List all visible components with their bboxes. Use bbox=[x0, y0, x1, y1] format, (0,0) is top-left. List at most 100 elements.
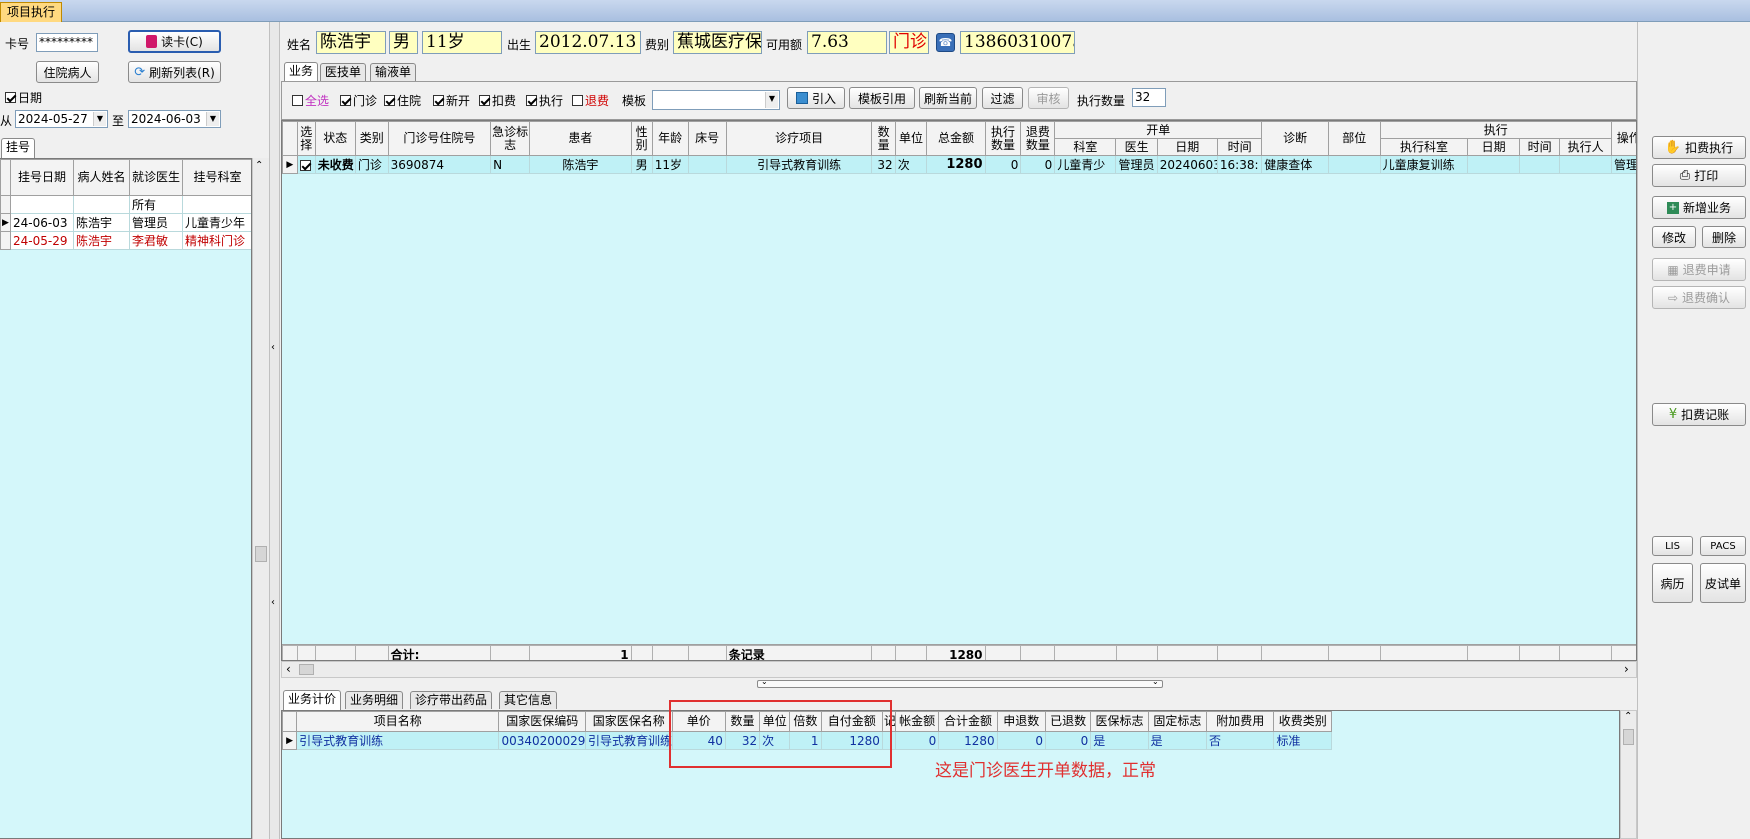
col-order-date[interactable]: 日期 bbox=[1156, 138, 1218, 156]
tab-registration[interactable]: 挂号 bbox=[1, 138, 36, 158]
chevron-down-icon[interactable]: ▼ bbox=[206, 112, 219, 126]
add-business-button[interactable]: + 新增业务 bbox=[1652, 196, 1746, 219]
refund-apply-button[interactable]: ▦ 退费申请 bbox=[1652, 258, 1746, 281]
filter-button[interactable]: 过滤 bbox=[982, 87, 1023, 109]
scroll-thumb[interactable] bbox=[299, 664, 314, 675]
col-exec-time[interactable]: 时间 bbox=[1519, 138, 1561, 156]
chevron-up-icon[interactable]: ⌃ bbox=[1624, 711, 1632, 722]
col-sum-amount[interactable]: 合计金额 bbox=[938, 711, 998, 732]
main-grid-hscrollbar[interactable]: ‹ › bbox=[281, 661, 1637, 678]
exec-quantity-input[interactable]: 32 bbox=[1132, 88, 1166, 107]
skin-test-button[interactable]: 皮试单 bbox=[1700, 563, 1746, 603]
chevron-down-icon[interactable]: ▼ bbox=[765, 92, 778, 108]
scroll-thumb[interactable] bbox=[1623, 729, 1634, 745]
tab-linked-drugs[interactable]: 诊疗带出药品 bbox=[410, 691, 493, 709]
col-diagnosis[interactable]: 诊断 bbox=[1261, 121, 1329, 156]
card-number-input[interactable]: ********* bbox=[36, 33, 98, 52]
deducted-checkbox[interactable]: 扣费 bbox=[479, 92, 516, 109]
col-charge-category[interactable]: 收费类别 bbox=[1273, 711, 1332, 732]
pacs-button[interactable]: PACS bbox=[1700, 536, 1746, 556]
col-extra-fee[interactable]: 附加费用 bbox=[1206, 711, 1275, 732]
chevron-up-icon[interactable]: ⌃ bbox=[255, 160, 263, 171]
tab-other-info[interactable]: 其它信息 bbox=[499, 691, 558, 709]
outpatient-checkbox[interactable]: 门诊 bbox=[340, 92, 377, 109]
col-patient-name[interactable]: 病人姓名 bbox=[73, 159, 130, 196]
col-select[interactable]: 选择 bbox=[296, 121, 316, 156]
executed-checkbox[interactable]: 执行 bbox=[526, 92, 563, 109]
col-sex[interactable]: 性别 bbox=[630, 121, 653, 156]
col-status[interactable]: 状态 bbox=[314, 121, 356, 156]
audit-button[interactable]: 审核 bbox=[1028, 87, 1069, 109]
col-item[interactable]: 诊疗项目 bbox=[725, 121, 873, 156]
phone-icon[interactable]: ☎ bbox=[936, 33, 955, 52]
chevron-down-icon[interactable]: ▼ bbox=[93, 112, 106, 126]
col-order-dept[interactable]: 科室 bbox=[1054, 138, 1117, 156]
col-account-amount[interactable]: 帐金额 bbox=[894, 711, 940, 732]
col-reg-date[interactable]: 挂号日期 bbox=[10, 159, 74, 196]
col-doctor[interactable]: 就诊医生 bbox=[129, 159, 183, 196]
col-executor[interactable]: 执行人 bbox=[1559, 138, 1612, 156]
lis-button[interactable]: LIS bbox=[1652, 536, 1693, 556]
refunded-checkbox[interactable]: 退费 bbox=[572, 92, 609, 109]
table-row[interactable]: 24-05-29 陈浩宇 李君敏 精神科门诊 bbox=[0, 231, 251, 250]
tab-business-pricing[interactable]: 业务计价 bbox=[283, 690, 342, 710]
col-exec-date[interactable]: 日期 bbox=[1467, 138, 1521, 156]
left-scrollbar[interactable]: ⌃ bbox=[252, 158, 269, 839]
table-row[interactable]: ▶ 24-06-03 陈浩宇 管理员 儿童青少年 bbox=[0, 213, 251, 232]
deduct-ledger-button[interactable]: ¥ 扣费记账 bbox=[1652, 403, 1746, 426]
scroll-thumb[interactable] bbox=[255, 546, 267, 562]
chevron-right-icon[interactable]: › bbox=[1624, 662, 1629, 676]
chevron-left-icon[interactable]: ‹ bbox=[271, 342, 275, 353]
col-order-time[interactable]: 时间 bbox=[1216, 138, 1263, 156]
col-insurance-code[interactable]: 国家医保编码 bbox=[498, 711, 586, 732]
select-all-checkbox[interactable]: 全选 bbox=[292, 92, 329, 109]
col-refund-qty[interactable]: 退费数量 bbox=[1020, 121, 1056, 156]
inpatient-checkbox[interactable]: 住院 bbox=[384, 92, 421, 109]
read-card-button[interactable]: 读卡(C) bbox=[128, 30, 221, 53]
chevron-left-icon[interactable]: ‹ bbox=[286, 662, 291, 676]
col-exec-dept[interactable]: 执行科室 bbox=[1379, 138, 1469, 156]
col-exec-qty[interactable]: 执行数量 bbox=[984, 121, 1022, 156]
col-insurance-flag[interactable]: 医保标志 bbox=[1090, 711, 1149, 732]
date-filter-checkbox[interactable]: 日期 bbox=[5, 89, 42, 106]
print-button[interactable]: ⎙ 打印 bbox=[1652, 164, 1746, 187]
panel-splitter[interactable]: ‹ ‹ bbox=[270, 22, 280, 839]
col-category[interactable]: 类别 bbox=[354, 121, 389, 156]
refund-confirm-button[interactable]: ⇨ 退费确认 bbox=[1652, 286, 1746, 309]
tab-medtech-order[interactable]: 医技单 bbox=[320, 63, 367, 81]
refresh-list-button[interactable]: ⟳ 刷新列表(R) bbox=[128, 61, 221, 83]
col-patient[interactable]: 患者 bbox=[529, 121, 632, 156]
template-reference-button[interactable]: 模板引用 bbox=[849, 87, 915, 109]
col-unit[interactable]: 单位 bbox=[894, 121, 928, 156]
col-reg-dept[interactable]: 挂号科室 bbox=[182, 159, 251, 196]
col-refund-requested[interactable]: 申退数 bbox=[996, 711, 1046, 732]
col-operator[interactable]: 操作员 bbox=[1610, 121, 1636, 156]
col-insurance-name[interactable]: 国家医保名称 bbox=[585, 711, 673, 732]
col-visit-no[interactable]: 门诊号住院号 bbox=[387, 121, 492, 156]
col-item-name[interactable]: 项目名称 bbox=[296, 711, 500, 732]
modify-button[interactable]: 修改 bbox=[1652, 226, 1696, 248]
delete-button[interactable]: 删除 bbox=[1702, 226, 1746, 248]
inpatient-button[interactable]: 住院病人 bbox=[36, 61, 99, 83]
template-select[interactable]: ▼ bbox=[652, 90, 780, 110]
deduct-execute-button[interactable]: ✋ 扣费执行 bbox=[1652, 136, 1746, 159]
row-select-checkbox[interactable] bbox=[296, 155, 316, 174]
import-button[interactable]: 引入 bbox=[787, 87, 845, 109]
date-from-picker[interactable]: 2024-05-27 ▼ bbox=[15, 110, 108, 128]
date-to-picker[interactable]: 2024-06-03 ▼ bbox=[128, 110, 221, 128]
pricing-grid-vscrollbar[interactable]: ⌃ bbox=[1620, 710, 1637, 839]
refresh-current-button[interactable]: 刷新当前 bbox=[919, 87, 977, 109]
col-age[interactable]: 年龄 bbox=[651, 121, 689, 156]
col-emergency[interactable]: 急诊标志 bbox=[490, 121, 531, 156]
col-order-doctor[interactable]: 医生 bbox=[1115, 138, 1158, 156]
col-site[interactable]: 部位 bbox=[1327, 121, 1381, 156]
col-total-amount[interactable]: 总金额 bbox=[926, 121, 986, 156]
col-quantity[interactable]: 数量 bbox=[871, 121, 896, 156]
tab-business-detail[interactable]: 业务明细 bbox=[345, 691, 404, 709]
tab-business[interactable]: 业务 bbox=[284, 62, 319, 82]
split-handle[interactable]: ⌄ ⌄ bbox=[757, 677, 1163, 688]
col-fixed-flag[interactable]: 固定标志 bbox=[1147, 711, 1208, 732]
new-order-checkbox[interactable]: 新开 bbox=[433, 92, 470, 109]
chevron-left-icon[interactable]: ‹ bbox=[271, 597, 275, 608]
col-bed[interactable]: 床号 bbox=[687, 121, 727, 156]
